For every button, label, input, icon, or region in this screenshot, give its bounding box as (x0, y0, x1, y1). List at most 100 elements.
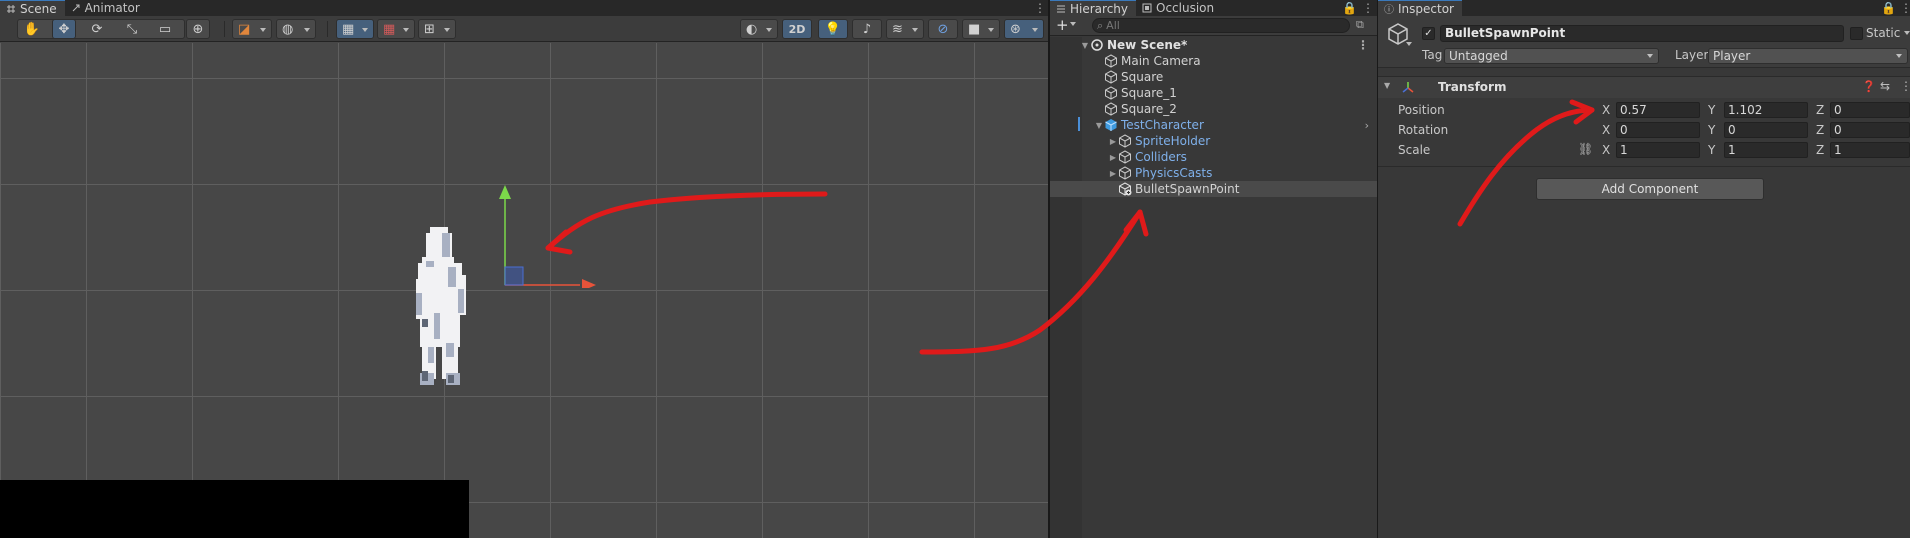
effects-dropdown[interactable]: ≋ (886, 19, 924, 39)
pivot-dropdown[interactable]: ◪ (232, 19, 272, 39)
help-icon[interactable]: ❓ (1862, 80, 1876, 93)
static-chevron-icon[interactable] (1904, 31, 1910, 35)
scene-viewport[interactable] (0, 43, 1048, 538)
gameobject-icon (1119, 134, 1131, 148)
tree-row[interactable]: Main Camera (1050, 53, 1377, 69)
component-menu-icon[interactable]: ⋮ (1900, 79, 1910, 93)
tree-row-selected[interactable]: BulletSpawnPoint (1050, 181, 1377, 197)
position-z-field[interactable]: 0 (1830, 102, 1910, 118)
transform-tool-icon[interactable]: ⊕ (186, 19, 210, 39)
tab-animator[interactable]: Animator (65, 0, 148, 16)
search-placeholder: All (1106, 19, 1120, 32)
tab-scene[interactable]: Scene (0, 0, 65, 16)
chevron-down-icon[interactable] (1406, 42, 1412, 46)
layer-dropdown[interactable]: Player (1708, 48, 1908, 64)
tree-row-prefab[interactable]: ▼ TestCharacter › (1050, 117, 1377, 133)
tree-row[interactable]: Square_2 (1050, 101, 1377, 117)
global-dropdown[interactable]: ◍ (276, 19, 316, 39)
axis-x-label[interactable]: X (1602, 123, 1610, 137)
position-label: Position (1398, 103, 1445, 117)
tree-row-scene[interactable]: ▼ New Scene* ⋮ (1050, 37, 1377, 53)
move-tool-icon[interactable]: ✥ (52, 19, 76, 39)
rotate-tool-icon[interactable]: ⟳ (85, 19, 109, 39)
visibility-toggle-icon[interactable]: ⊘ (928, 19, 958, 39)
object-name-field[interactable]: BulletSpawnPoint (1440, 25, 1844, 42)
axis-x-label[interactable]: X (1602, 103, 1610, 117)
tab-hierarchy[interactable]: Hierarchy (1050, 0, 1137, 16)
chevron-right-icon[interactable]: › (1365, 119, 1369, 132)
hierarchy-menu-icon[interactable]: ⋮ (1362, 1, 1374, 15)
tree-row-prefab-child[interactable]: ▶ Colliders (1050, 149, 1377, 165)
collapse-arrow-icon[interactable]: ▶ (1108, 153, 1118, 162)
lock-icon[interactable]: 🔒 (1342, 1, 1357, 15)
rotation-z-field[interactable]: 0 (1830, 122, 1910, 138)
tag-dropdown[interactable]: Untagged (1444, 48, 1659, 64)
position-x-field[interactable]: 0.57 (1616, 102, 1700, 118)
hand-tool-icon[interactable]: ✋ (20, 19, 44, 39)
add-component-button[interactable]: Add Component (1536, 178, 1764, 200)
expand-arrow-icon[interactable]: ▼ (1080, 41, 1090, 50)
gizmo-x-arrow-icon[interactable] (582, 279, 596, 288)
lock-icon[interactable]: 🔒 (1881, 1, 1896, 15)
expand-arrow-icon[interactable]: ▼ (1094, 121, 1104, 130)
snap-increment-dropdown[interactable]: ▦ (377, 19, 415, 39)
position-y-field[interactable]: 1.102 (1724, 102, 1808, 118)
grid-snap-dropdown[interactable]: ▦ (336, 19, 374, 39)
info-icon: ⓘ (1384, 5, 1394, 16)
axis-z-label[interactable]: Z (1816, 143, 1824, 157)
camera-dropdown[interactable]: ■ (962, 19, 1000, 39)
move-gizmo[interactable] (490, 183, 600, 288)
search-icon: ⌕ (1097, 18, 1104, 32)
rotation-x-field[interactable]: 0 (1616, 122, 1700, 138)
collapse-arrow-icon[interactable]: ▶ (1108, 137, 1118, 146)
foldout-arrow-icon[interactable]: ▼ (1384, 81, 1390, 90)
tree-row[interactable]: Square_1 (1050, 85, 1377, 101)
scale-z-field[interactable]: 1 (1830, 142, 1910, 158)
inspector-panel: ⓘ Inspector 🔒 ⋮ ✓ BulletSpawnPoint Stati… (1378, 0, 1910, 538)
axis-y-label[interactable]: Y (1708, 143, 1715, 157)
add-object-button[interactable]: + (1056, 16, 1069, 34)
scene-menu-icon[interactable]: ⋮ (1357, 38, 1369, 52)
rect-tool-icon[interactable]: ▭ (153, 19, 177, 39)
search-filter-icon[interactable]: ⧉ (1356, 18, 1364, 32)
tab-occlusion[interactable]: Occlusion (1136, 0, 1222, 16)
gizmo-y-arrow-icon[interactable] (499, 185, 511, 199)
axis-x-label[interactable]: X (1602, 143, 1610, 157)
axis-z-label[interactable]: Z (1816, 103, 1824, 117)
tree-row[interactable]: Square (1050, 69, 1377, 85)
align-dropdown[interactable]: ⊞ (418, 19, 456, 39)
scale-tool-icon[interactable]: ⤡ (120, 19, 144, 39)
static-label: Static (1866, 26, 1901, 40)
static-checkbox[interactable] (1850, 27, 1863, 40)
preset-icon[interactable]: ⇆ (1880, 79, 1890, 93)
axis-z-label[interactable]: Z (1816, 123, 1824, 137)
gameobject-icon (1105, 102, 1117, 116)
gizmo-xy-plane-handle[interactable] (504, 266, 524, 286)
scale-x-field[interactable]: 1 (1616, 142, 1700, 158)
gizmos-dropdown[interactable]: ⊛ (1004, 19, 1044, 39)
audio-toggle-icon[interactable]: ♪ (852, 19, 882, 39)
axis-y-label[interactable]: Y (1708, 103, 1715, 117)
prefab-icon (1105, 119, 1117, 131)
axis-y-label[interactable]: Y (1708, 123, 1715, 137)
rotation-y-field[interactable]: 0 (1724, 122, 1808, 138)
link-icon[interactable]: ⛓ (1578, 142, 1593, 156)
scene-menu-icon[interactable]: ⋮ (1034, 1, 1046, 15)
scale-y-field[interactable]: 1 (1724, 142, 1808, 158)
active-checkbox[interactable]: ✓ (1422, 27, 1435, 40)
chevron-down-icon[interactable] (1070, 22, 1076, 26)
toggle-2d-button[interactable]: 2D (782, 19, 812, 39)
tree-row-label: TestCharacter (1121, 118, 1204, 132)
tree-row-prefab-child[interactable]: ▶ SpriteHolder (1050, 133, 1377, 149)
tree-row-prefab-child[interactable]: ▶ PhysicsCasts (1050, 165, 1377, 181)
effects-icon: ≋ (892, 21, 903, 37)
transform-component-header[interactable]: ▼ Transform ❓ ⇆ ⋮ (1378, 76, 1910, 98)
hierarchy-search-input[interactable]: ⌕ All (1092, 18, 1350, 33)
ground-sprite[interactable] (0, 480, 469, 538)
tab-inspector[interactable]: ⓘ Inspector (1378, 0, 1462, 16)
collapse-arrow-icon[interactable]: ▶ (1108, 169, 1118, 178)
inspector-menu-icon[interactable]: ⋮ (1900, 1, 1910, 15)
lighting-toggle-icon[interactable]: 💡 (818, 19, 848, 39)
shading-mode-dropdown[interactable]: ◐ (740, 19, 778, 39)
character-sprite[interactable] (408, 223, 476, 403)
